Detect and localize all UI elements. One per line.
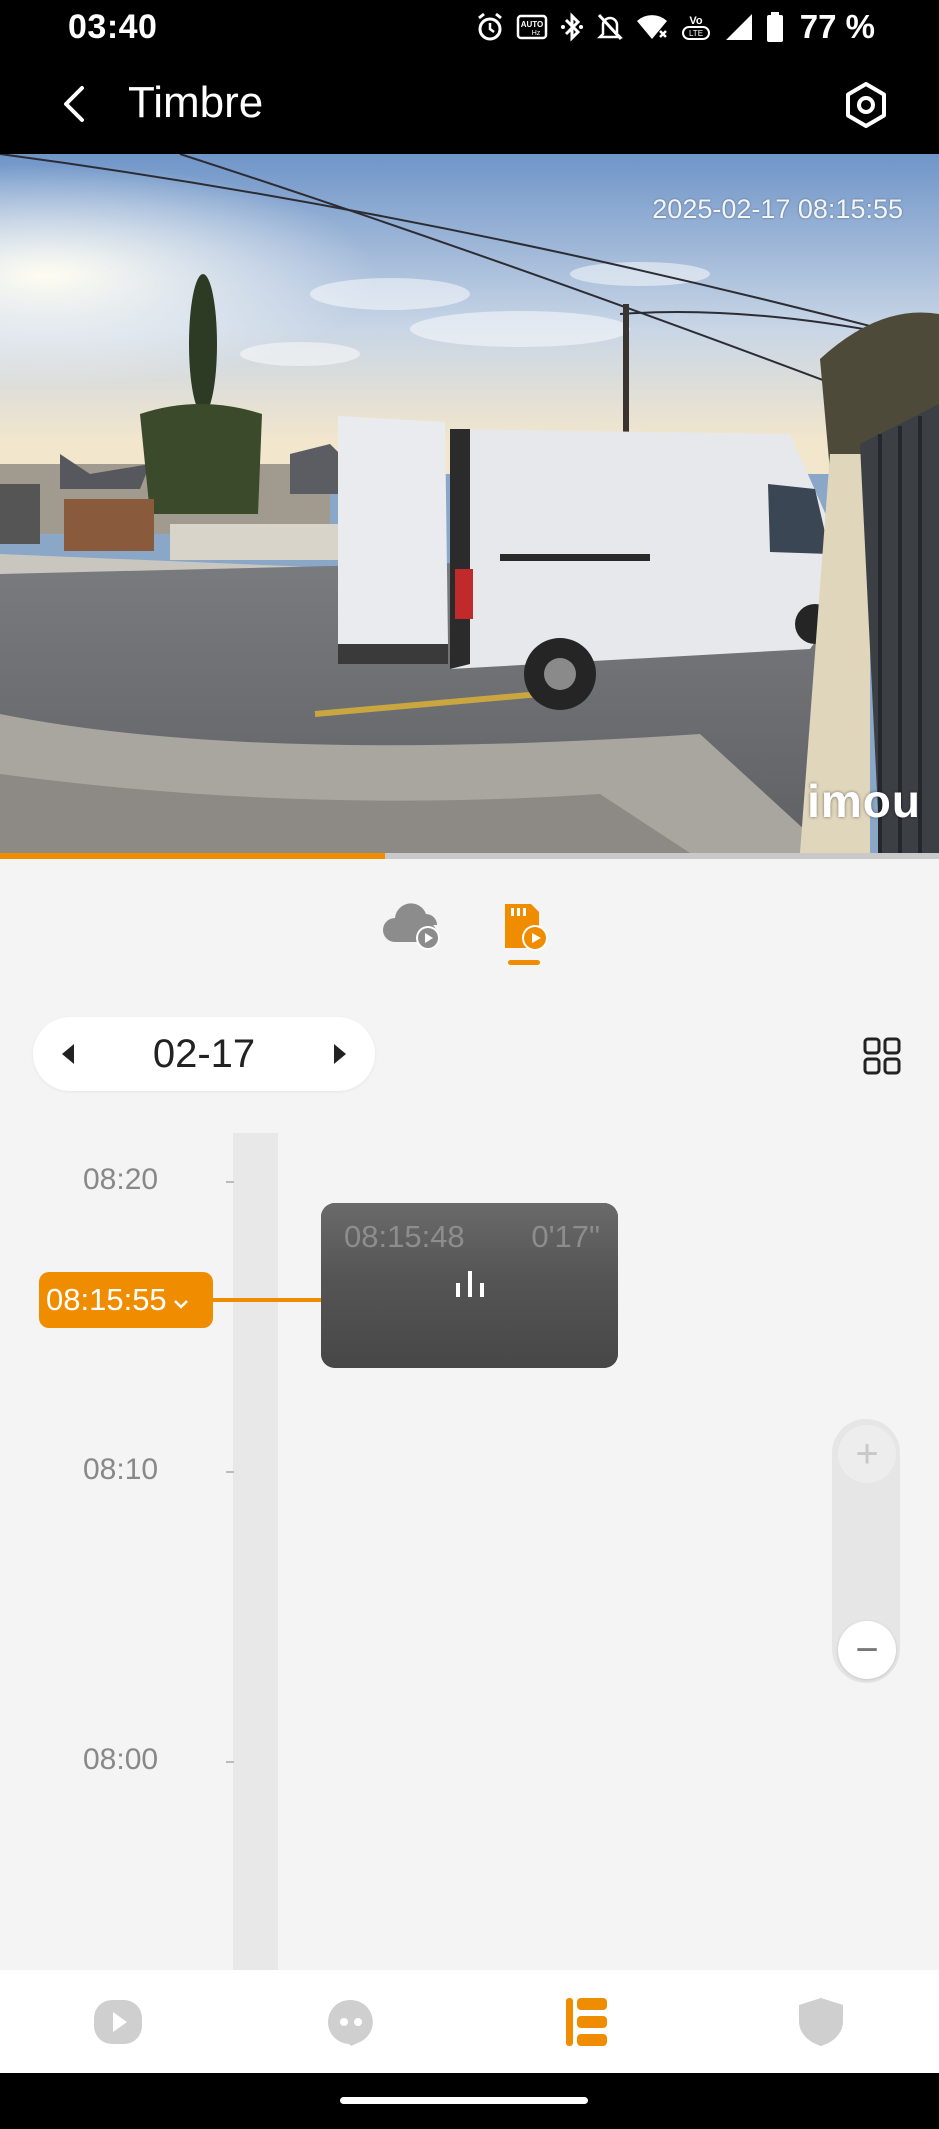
zoom-out-button[interactable]: − (838, 1621, 896, 1679)
timeline-tick-label: 08:00 (83, 1743, 159, 1776)
back-arrow-icon[interactable] (52, 80, 100, 128)
chevron-down-icon (173, 1282, 189, 1318)
next-day-icon[interactable] (325, 1039, 355, 1069)
volte-icon: Vo LTE (680, 12, 712, 42)
video-frame (0, 154, 939, 853)
bluetooth-icon (560, 11, 584, 43)
svg-text:LTE: LTE (689, 29, 703, 38)
video-player[interactable]: 2025-02-17 08:15:55 imou (0, 154, 939, 853)
live-view-tab-icon[interactable] (90, 1994, 146, 2050)
imou-watermark: imou (807, 775, 921, 827)
timeline-track[interactable] (233, 1133, 278, 1970)
svg-text:AUTO: AUTO (521, 20, 544, 29)
cloud-playback-icon[interactable] (376, 900, 452, 976)
mute-icon (596, 12, 624, 42)
recording-clip-card[interactable]: 08:15:48 0'17" (321, 1203, 618, 1368)
recordings-tab-icon[interactable] (558, 1994, 614, 2050)
battery-percentage: 77 % (799, 8, 875, 45)
selected-date[interactable]: 02-17 (33, 1032, 375, 1077)
timeline-cursor-line (205, 1298, 325, 1302)
clip-start-time: 08:15:48 (344, 1219, 465, 1254)
timeline-tick-mark (226, 1471, 234, 1473)
timeline-tick-mark (226, 1181, 234, 1183)
date-selector: 02-17 (33, 1017, 375, 1091)
auto-hd-icon: AUTO Hz (516, 13, 548, 41)
status-bar: 03:40 AUTO Hz Vo LTE 77 % (0, 0, 939, 54)
bottom-navigation (0, 1970, 939, 2073)
timeline-zoom-control: + − (829, 1416, 903, 1686)
status-time: 03:40 (68, 8, 158, 46)
alarm-icon (476, 12, 504, 42)
battery-icon (766, 11, 784, 43)
clip-duration: 0'17" (531, 1219, 600, 1254)
timeline-tick-label: 08:10 (83, 1453, 159, 1486)
wifi-icon (636, 13, 668, 41)
grid-view-icon[interactable] (862, 1036, 902, 1076)
timeline-tick-label: 08:20 (83, 1163, 159, 1196)
messages-tab-icon[interactable] (323, 1994, 379, 2050)
svg-text:Vo: Vo (689, 15, 703, 27)
app-bar: Timbre (0, 54, 939, 154)
svg-text:Hz: Hz (532, 30, 541, 37)
playback-progress-fill (0, 853, 385, 859)
signal-icon (724, 12, 754, 42)
timeline-tick-mark (226, 1761, 234, 1763)
timeline-cursor-time[interactable]: 08:15:55 (39, 1272, 213, 1328)
playback-source-toggle (0, 900, 939, 980)
gesture-bar (0, 2073, 939, 2129)
status-icons: AUTO Hz Vo LTE 77 % (476, 8, 875, 46)
selected-source-indicator (508, 960, 540, 965)
playback-progress-bar[interactable] (0, 853, 939, 859)
video-timestamp: 2025-02-17 08:15:55 (652, 194, 903, 224)
audio-bars-icon (321, 1271, 618, 1297)
zoom-in-button[interactable]: + (838, 1425, 896, 1483)
security-tab-icon[interactable] (793, 1994, 849, 2050)
page-title: Timbre (128, 78, 264, 127)
clip-meta: 08:15:48 0'17" (344, 1219, 600, 1255)
settings-icon[interactable] (841, 80, 891, 130)
cursor-time-label: 08:15:55 (46, 1282, 167, 1317)
home-gesture-handle[interactable] (340, 2097, 588, 2104)
recording-timeline[interactable]: 08:20 08:10 08:00 08:15:55 08:15:48 0'17… (0, 1133, 939, 1970)
